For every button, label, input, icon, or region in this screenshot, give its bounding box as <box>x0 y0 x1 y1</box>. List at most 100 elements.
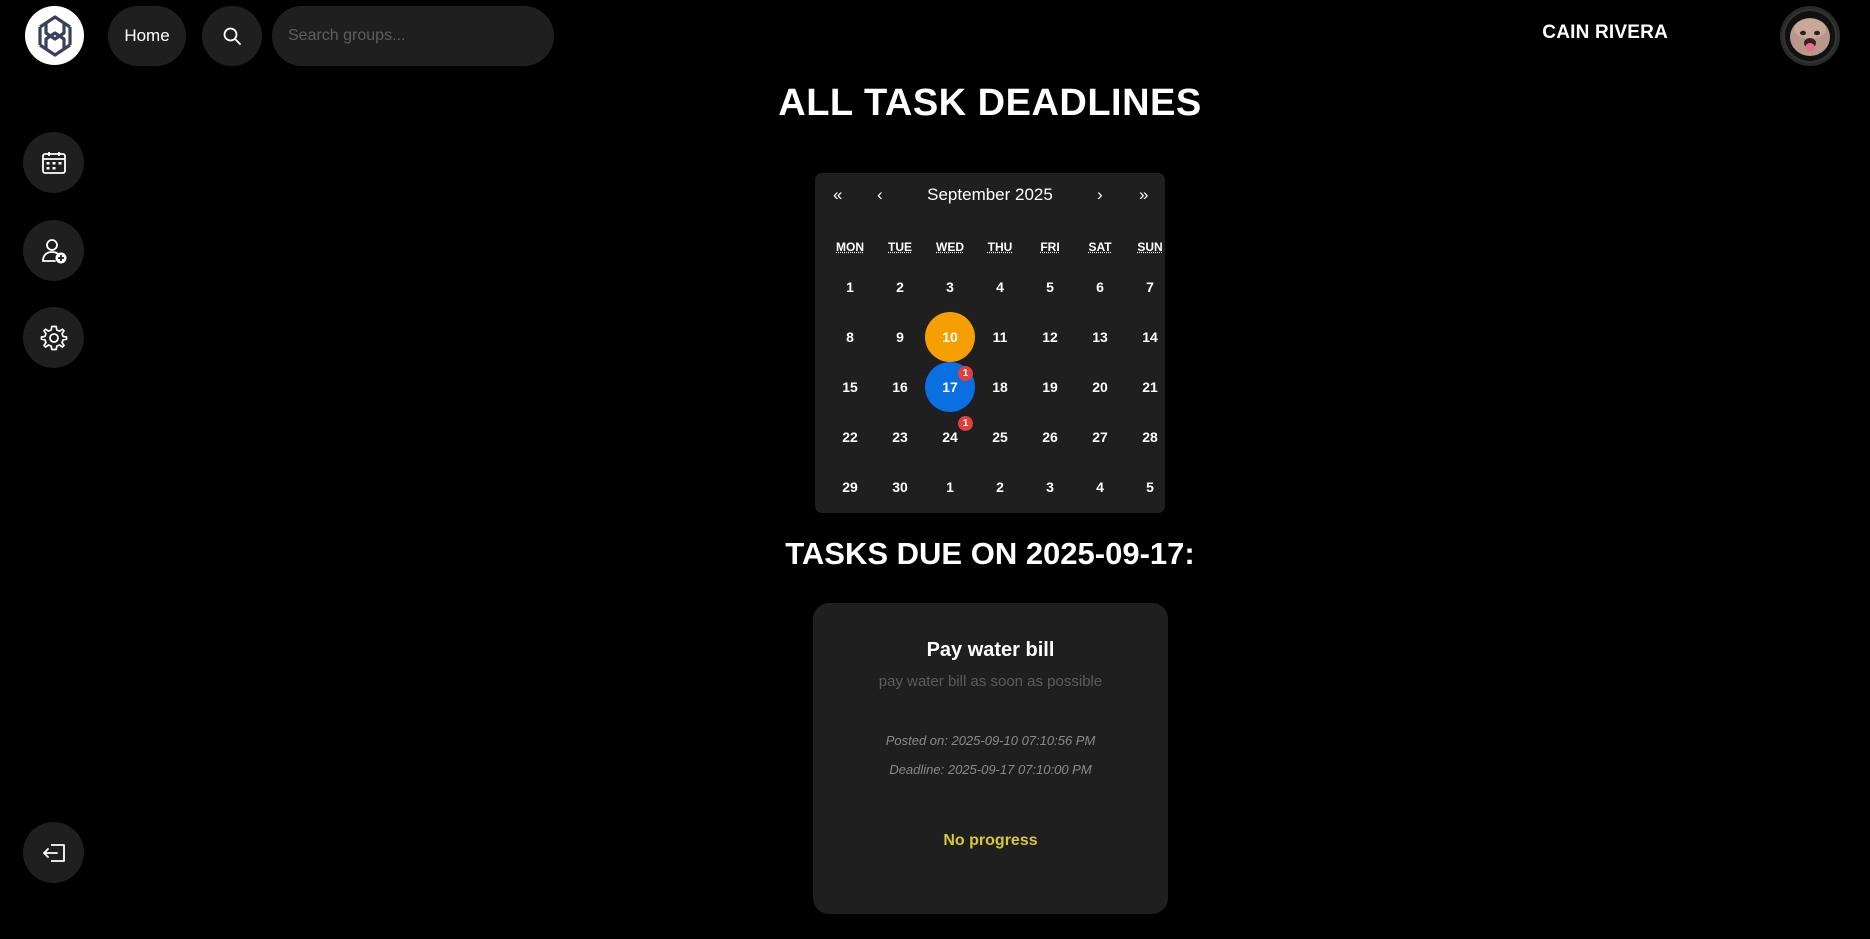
calendar-day[interactable]: 4 <box>1075 462 1125 512</box>
calendar-day[interactable]: 19 <box>1025 362 1075 412</box>
calendar-day[interactable]: 22 <box>825 412 875 462</box>
task-title: Pay water bill <box>926 639 1055 661</box>
calendar-day[interactable]: 2 <box>875 262 925 312</box>
next-month-button[interactable]: › <box>1097 185 1103 205</box>
user-name: CAIN RIVERA <box>1542 22 1668 43</box>
weekday-label: SAT <box>1088 240 1112 254</box>
day-number: 12 <box>1042 329 1058 345</box>
day-number: 5 <box>1146 479 1154 495</box>
calendar-day[interactable]: 24 1 <box>925 412 975 462</box>
day-number: 2 <box>996 479 1004 495</box>
day-number: 26 <box>1042 429 1058 445</box>
weekday-label: WED <box>936 240 964 254</box>
calendar-day[interactable]: 26 <box>1025 412 1075 462</box>
tasks-due-heading: TASKS DUE ON 2025-09-17: <box>785 536 1195 571</box>
calendar-day[interactable]: 15 <box>825 362 875 412</box>
calendar-day[interactable]: 1 <box>925 462 975 512</box>
calendar-day[interactable]: 3 <box>1025 462 1075 512</box>
calendar-day[interactable]: 12 <box>1025 312 1075 362</box>
home-button[interactable]: Home <box>108 6 186 66</box>
day-number: 25 <box>992 429 1008 445</box>
day-number: 29 <box>842 479 858 495</box>
calendar-day[interactable]: 28 <box>1125 412 1175 462</box>
day-number: 2 <box>896 279 904 295</box>
day-number: 1 <box>946 479 954 495</box>
top-bar: Home CAIN RIVERA <box>0 0 1870 70</box>
calendar-navigation: « ‹ September 2025 › » <box>815 173 1165 217</box>
day-number: 30 <box>892 479 908 495</box>
next-year-button[interactable]: » <box>1139 185 1148 205</box>
day-number: 20 <box>1092 379 1108 395</box>
calendar-day[interactable]: 8 <box>825 312 875 362</box>
search-input[interactable] <box>272 6 554 66</box>
calendar-day[interactable]: 20 <box>1075 362 1125 412</box>
calendar-day[interactable]: 5 <box>1025 262 1075 312</box>
day-number: 23 <box>892 429 908 445</box>
day-number: 16 <box>892 379 908 395</box>
calendar-day[interactable]: 2 <box>975 462 1025 512</box>
task-deadline: Deadline: 2025-09-17 07:10:00 PM <box>889 762 1092 777</box>
day-number: 1 <box>846 279 854 295</box>
day-number: 14 <box>1142 329 1158 345</box>
calendar-day[interactable]: 29 <box>825 462 875 512</box>
search-icon <box>223 27 241 45</box>
search-button[interactable] <box>202 6 262 66</box>
weekday-label: THU <box>987 240 1013 254</box>
task-card[interactable]: Pay water bill pay water bill as soon as… <box>813 603 1168 914</box>
calendar-day[interactable]: 27 <box>1075 412 1125 462</box>
weekday-label: SUN <box>1137 240 1163 254</box>
day-number: 7 <box>1146 279 1154 295</box>
day-number: 6 <box>1096 279 1104 295</box>
calendar-day[interactable]: 4 <box>975 262 1025 312</box>
calendar-day[interactable]: 30 <box>875 462 925 512</box>
calendar-day[interactable]: 11 <box>975 312 1025 362</box>
calendar-day[interactable]: 5 <box>1125 462 1175 512</box>
calendar-day[interactable]: 16 <box>875 362 925 412</box>
task-status: No progress <box>943 832 1038 849</box>
app-logo-icon[interactable] <box>25 6 84 65</box>
sidebar-item-settings[interactable] <box>23 307 84 368</box>
day-number: 24 <box>942 429 958 445</box>
calendar-day[interactable]: 10 <box>925 312 975 362</box>
day-number: 21 <box>1142 379 1158 395</box>
calendar-day[interactable]: 25 <box>975 412 1025 462</box>
sidebar-item-add-user[interactable] <box>23 220 84 281</box>
user-avatar[interactable] <box>1780 6 1840 66</box>
calendar-day[interactable]: 23 <box>875 412 925 462</box>
task-description: pay water bill as soon as possible <box>878 673 1103 690</box>
day-number: 17 <box>942 379 958 395</box>
day-number: 10 <box>942 329 958 345</box>
day-number: 8 <box>846 329 854 345</box>
calendar-day[interactable]: 3 <box>925 262 975 312</box>
day-number: 11 <box>992 329 1008 345</box>
day-number: 3 <box>1046 479 1054 495</box>
calendar-day[interactable]: 13 <box>1075 312 1125 362</box>
sidebar-item-calendar[interactable] <box>23 132 84 193</box>
calendar-day[interactable]: 18 <box>975 362 1025 412</box>
calendar-day[interactable]: 7 <box>1125 262 1175 312</box>
day-number: 5 <box>1046 279 1054 295</box>
weekday-label: FRI <box>1040 240 1060 254</box>
calendar-month-label[interactable]: September 2025 <box>815 185 1165 205</box>
day-number: 22 <box>842 429 858 445</box>
logout-icon <box>42 843 65 862</box>
gear-icon <box>40 325 67 350</box>
task-count-badge: 1 <box>958 366 973 381</box>
calendar-day[interactable]: 1 <box>825 262 875 312</box>
add-user-icon <box>41 238 66 263</box>
day-number: 4 <box>996 279 1004 295</box>
calendar-day[interactable]: 6 <box>1075 262 1125 312</box>
day-number: 19 <box>1042 379 1058 395</box>
logout-button[interactable] <box>23 822 84 883</box>
weekday-label: TUE <box>888 240 912 254</box>
day-number: 9 <box>896 329 904 345</box>
calendar-icon <box>41 151 66 174</box>
day-number: 18 <box>992 379 1008 395</box>
calendar-day[interactable]: 17 1 <box>925 362 975 412</box>
calendar-day[interactable]: 14 <box>1125 312 1175 362</box>
calendar-day[interactable]: 21 <box>1125 362 1175 412</box>
calendar-day[interactable]: 9 <box>875 312 925 362</box>
day-number: 28 <box>1142 429 1158 445</box>
day-number: 27 <box>1092 429 1108 445</box>
day-number: 3 <box>946 279 954 295</box>
